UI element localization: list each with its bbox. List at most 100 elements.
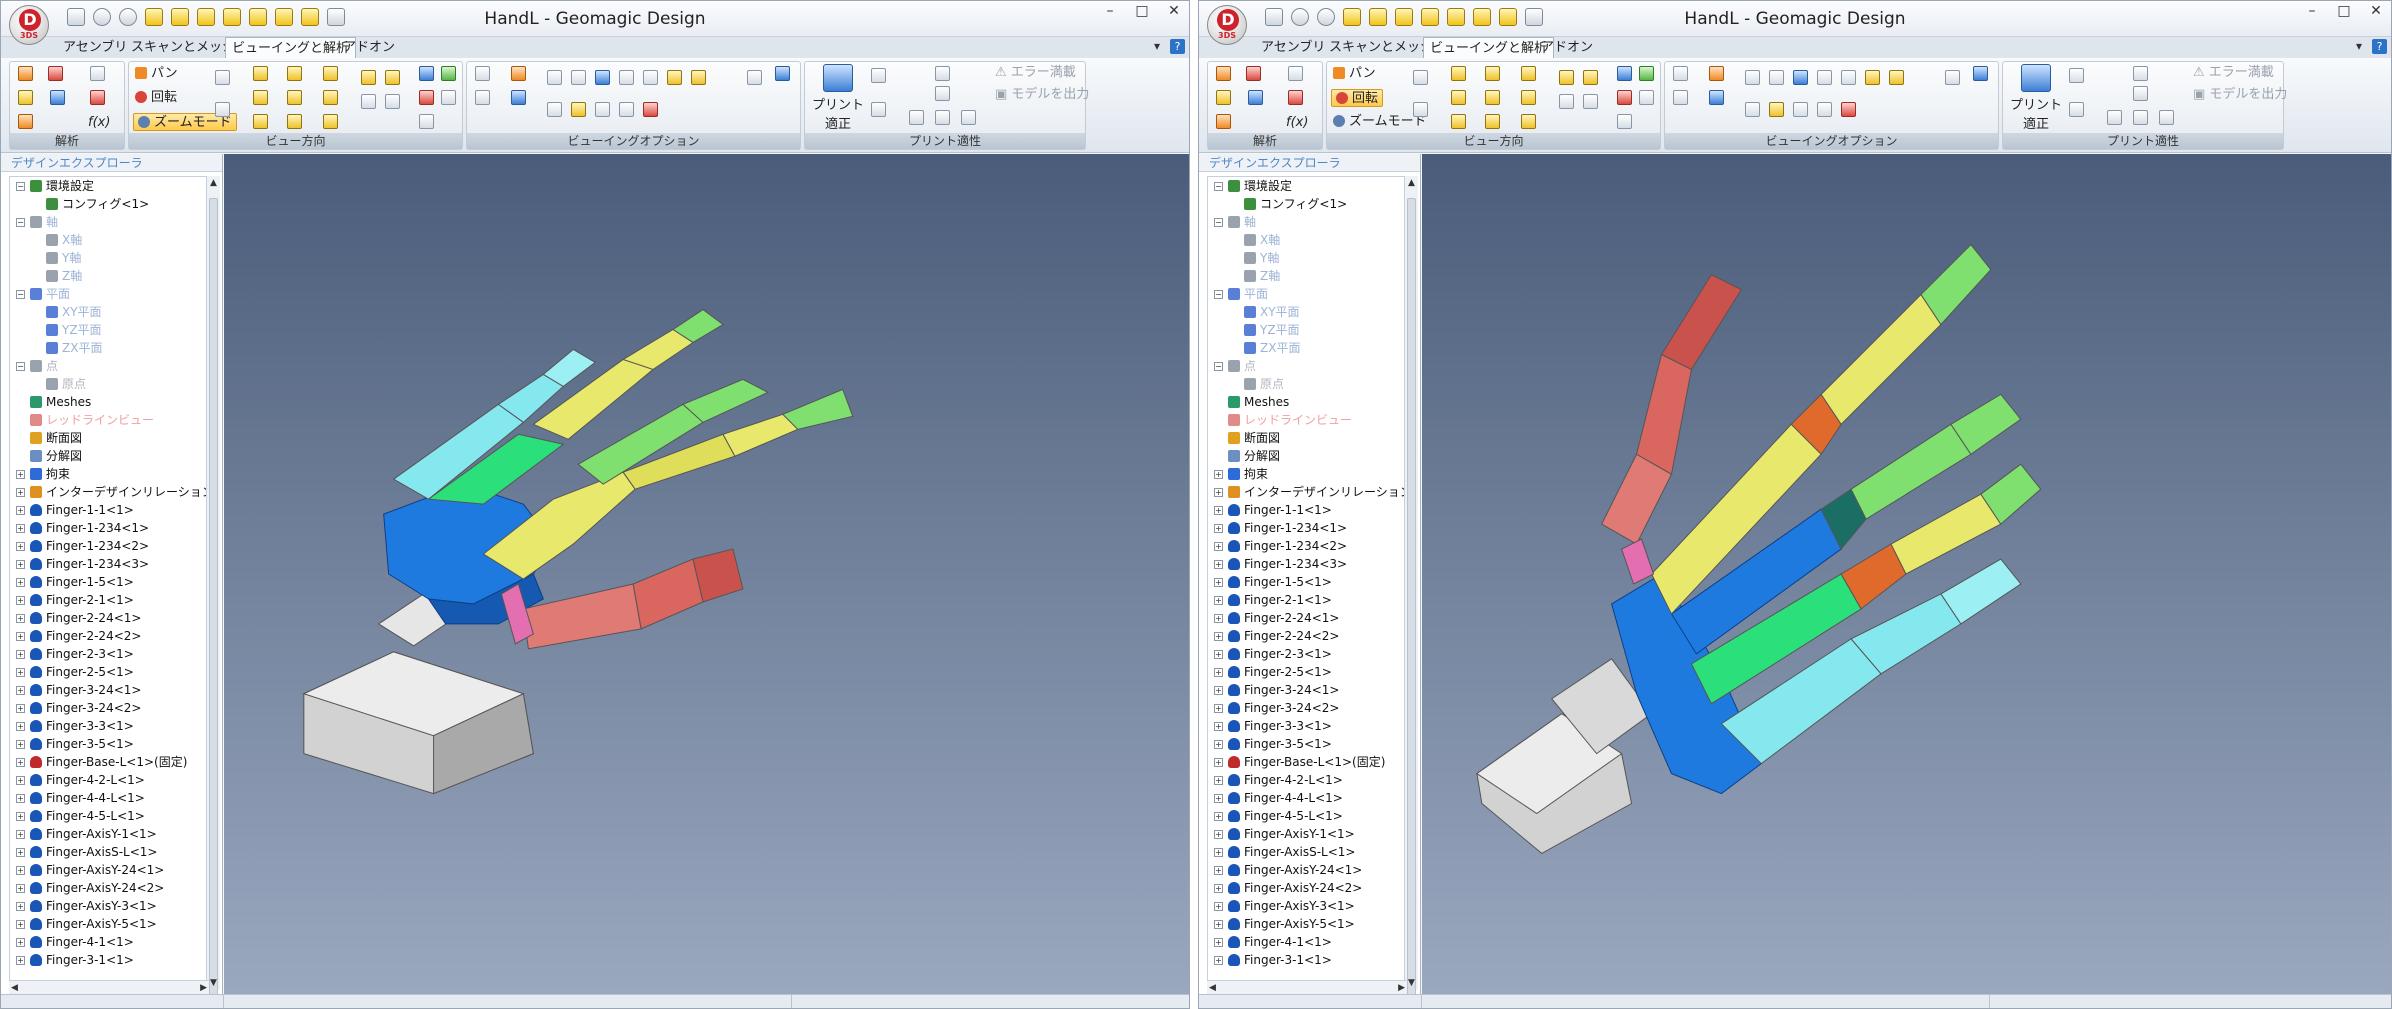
tree-row[interactable]: + Finger-1-234<2> xyxy=(10,537,208,555)
tree-row[interactable]: + Finger-AxisS-L<1> xyxy=(1208,843,1406,861)
stl-check-5-icon[interactable] xyxy=(961,110,976,125)
thumb-segment-2[interactable] xyxy=(632,558,704,630)
expand-toggle-icon[interactable]: + xyxy=(16,524,25,533)
tree-row[interactable]: 断面図 xyxy=(1208,429,1406,447)
show-all-icon[interactable] xyxy=(1945,70,1960,85)
expand-toggle-icon[interactable]: + xyxy=(1214,884,1223,893)
zoom-window-icon[interactable] xyxy=(1413,102,1428,117)
next-view-icon[interactable] xyxy=(1583,94,1598,109)
tree-row[interactable]: X軸 xyxy=(10,231,208,249)
clip-icon[interactable] xyxy=(1617,90,1632,105)
filter-2-icon[interactable] xyxy=(1769,102,1784,117)
expand-toggle-icon[interactable]: + xyxy=(16,776,25,785)
print-fix-button[interactable]: プリント適正 xyxy=(2007,64,2065,132)
tree-row[interactable]: コンフィグ<1> xyxy=(1208,195,1406,213)
expand-toggle-icon[interactable]: + xyxy=(16,470,25,479)
print-settings-icon[interactable] xyxy=(871,68,886,83)
grid-icon[interactable] xyxy=(511,90,526,105)
display-mode-icon[interactable] xyxy=(475,66,490,81)
expand-toggle-icon[interactable]: + xyxy=(16,704,25,713)
tree-row[interactable]: + 拘束 xyxy=(1208,465,1406,483)
tree-row[interactable]: X軸 xyxy=(1208,231,1406,249)
tree-row[interactable]: + Finger-2-5<1> xyxy=(1208,663,1406,681)
tree-row[interactable]: + Finger-AxisY-3<1> xyxy=(1208,897,1406,915)
expand-toggle-icon[interactable]: − xyxy=(1214,182,1223,191)
show-sketch-icon[interactable] xyxy=(619,70,634,85)
stl-check-2-icon[interactable] xyxy=(2133,86,2148,101)
rotate-button[interactable]: 回転 xyxy=(135,89,177,107)
stl-check-3-icon[interactable] xyxy=(2107,110,2122,125)
tree-row[interactable]: − 環境設定 xyxy=(10,177,208,195)
expand-toggle-icon[interactable]: + xyxy=(1214,902,1223,911)
view-back-icon[interactable] xyxy=(287,66,302,81)
tree-row[interactable]: + Finger-3-3<1> xyxy=(1208,717,1406,735)
expand-toggle-icon[interactable]: + xyxy=(1214,488,1223,497)
zoom-fit-icon[interactable] xyxy=(1413,70,1428,85)
maximize-button[interactable]: □ xyxy=(2335,3,2353,19)
expand-toggle-icon[interactable]: + xyxy=(16,758,25,767)
tree-row[interactable]: − 点 xyxy=(10,357,208,375)
tree-row[interactable]: 分解図 xyxy=(10,447,208,465)
tree-row[interactable]: + Finger-3-5<1> xyxy=(10,735,208,753)
tree-row[interactable]: + Finger-4-2-L<1> xyxy=(1208,771,1406,789)
tree-row[interactable]: 原点 xyxy=(10,375,208,393)
tree-row[interactable]: + Finger-2-3<1> xyxy=(1208,645,1406,663)
function-label[interactable]: f(x) xyxy=(1286,114,1308,132)
show-axis-icon[interactable] xyxy=(547,70,562,85)
stl-check-3-icon[interactable] xyxy=(909,110,924,125)
clip-icon[interactable] xyxy=(419,90,434,105)
measure-tool-icon[interactable] xyxy=(18,66,33,81)
expand-toggle-icon[interactable]: − xyxy=(16,218,25,227)
expand-toggle-icon[interactable]: + xyxy=(1214,848,1223,857)
section-tool-icon[interactable] xyxy=(1288,66,1303,81)
pan-button[interactable]: パン xyxy=(135,65,178,83)
light-icon[interactable] xyxy=(419,114,434,129)
tree-row[interactable]: Y軸 xyxy=(10,249,208,267)
expand-toggle-icon[interactable]: − xyxy=(16,362,25,371)
expand-toggle-icon[interactable]: + xyxy=(16,794,25,803)
view-top-icon[interactable] xyxy=(1485,90,1500,105)
show-body-icon[interactable] xyxy=(691,70,706,85)
expand-toggle-icon[interactable]: + xyxy=(16,614,25,623)
expand-toggle-icon[interactable]: + xyxy=(1214,470,1223,479)
expand-toggle-icon[interactable]: + xyxy=(1214,542,1223,551)
expand-toggle-icon[interactable]: − xyxy=(1214,290,1223,299)
view-left-icon[interactable] xyxy=(1521,66,1536,81)
tree-row[interactable]: ZX平面 xyxy=(1208,339,1406,357)
view-back-icon[interactable] xyxy=(1485,66,1500,81)
tree-row[interactable]: + Finger-4-1<1> xyxy=(10,933,208,951)
expand-toggle-icon[interactable]: + xyxy=(16,722,25,731)
scroll-left-button[interactable]: ◀ xyxy=(1209,981,1216,995)
stl-check-4-icon[interactable] xyxy=(935,110,950,125)
tree-row[interactable]: + 拘束 xyxy=(10,465,208,483)
tree-row[interactable]: + Finger-2-3<1> xyxy=(10,645,208,663)
tree-row[interactable]: 分解図 xyxy=(1208,447,1406,465)
tree-row[interactable]: − 軸 xyxy=(10,213,208,231)
view-options-icon[interactable] xyxy=(1973,66,1988,81)
filter-2-icon[interactable] xyxy=(571,102,586,117)
expand-toggle-icon[interactable]: + xyxy=(16,596,25,605)
print-info-icon[interactable] xyxy=(871,102,886,117)
tree-row[interactable]: + Finger-1-5<1> xyxy=(1208,573,1406,591)
tree-row[interactable]: + Finger-AxisY-24<1> xyxy=(1208,861,1406,879)
tree-row[interactable]: 断面図 xyxy=(10,429,208,447)
tree-row[interactable]: + Finger-2-24<1> xyxy=(1208,609,1406,627)
expand-toggle-icon[interactable]: + xyxy=(16,902,25,911)
clearance-icon[interactable] xyxy=(1248,90,1263,105)
reset-view-icon[interactable] xyxy=(441,90,456,105)
expand-toggle-icon[interactable]: + xyxy=(1214,506,1223,515)
expand-toggle-icon[interactable]: + xyxy=(16,920,25,929)
finger-2-tip[interactable] xyxy=(781,388,854,430)
tree-row[interactable]: + インターデザインリレーション xyxy=(10,483,208,501)
light-icon[interactable] xyxy=(1617,114,1632,129)
tree-row[interactable]: XY平面 xyxy=(1208,303,1406,321)
tree-row[interactable]: + Finger-2-24<2> xyxy=(1208,627,1406,645)
tree-row[interactable]: + Finger-AxisY-24<1> xyxy=(10,861,208,879)
show-body-icon[interactable] xyxy=(1889,70,1904,85)
3d-viewport[interactable] xyxy=(1422,154,2391,994)
model-output-button[interactable]: ▣ モデルを出力 xyxy=(995,86,1089,104)
reset-view-icon[interactable] xyxy=(1639,90,1654,105)
collapse-ribbon-icon[interactable]: ▾ xyxy=(2356,39,2362,53)
error-check-button[interactable]: ⚠ エラー満載 xyxy=(995,64,1076,82)
tree-row[interactable]: + Finger-4-1<1> xyxy=(1208,933,1406,951)
